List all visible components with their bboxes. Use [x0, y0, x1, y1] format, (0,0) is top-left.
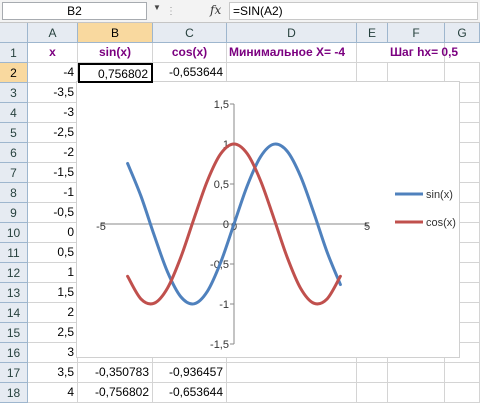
row-header-16[interactable]: 16	[0, 343, 28, 363]
column-header-e[interactable]: E	[357, 23, 388, 43]
cell-a13[interactable]: 1,5	[28, 283, 78, 303]
cell-a3[interactable]: -3,5	[28, 83, 78, 103]
cell-a1[interactable]: x	[28, 43, 78, 63]
row-header-1[interactable]: 1	[0, 43, 28, 63]
row-header-15[interactable]: 15	[0, 323, 28, 343]
cell-a15[interactable]: 2,5	[28, 323, 78, 343]
chart-legend[interactable]: sin(x) cos(x)	[395, 189, 456, 229]
row-header-11[interactable]: 11	[0, 243, 28, 263]
column-header-f[interactable]: F	[388, 23, 445, 43]
cell-g17[interactable]	[445, 363, 480, 383]
cell-a6[interactable]: -2	[28, 143, 78, 163]
formula-input[interactable]: =SIN(A2)	[229, 2, 478, 20]
cell-d2[interactable]	[227, 63, 357, 83]
row-header-2[interactable]: 2	[0, 63, 28, 83]
row-header-7[interactable]: 7	[0, 163, 28, 183]
cell-a7[interactable]: -1,5	[28, 163, 78, 183]
row-header-12[interactable]: 12	[0, 263, 28, 283]
cell-a9[interactable]: -0,5	[28, 203, 78, 223]
cell-b18[interactable]: -0,756802	[78, 383, 153, 403]
cell-e18[interactable]	[357, 383, 388, 403]
row-header-18[interactable]: 18	[0, 383, 28, 403]
legend-label: sin(x)	[426, 189, 453, 201]
column-header-d[interactable]: D	[227, 23, 357, 43]
y-tick-label: -1,5	[210, 339, 229, 351]
name-box-dropdown-icon[interactable]: ▼	[153, 3, 161, 12]
row-header-8[interactable]: 8	[0, 183, 28, 203]
cell-b1[interactable]: sin(x)	[78, 43, 153, 63]
row-header-5[interactable]: 5	[0, 123, 28, 143]
column-header-b[interactable]: B	[78, 23, 153, 43]
formula-bar-separator-icon: ⋮	[166, 6, 176, 17]
chart-svg: 1,510,50-0,5-1-1,5-5 0 5 sin(x)cos(x)	[96, 99, 456, 351]
row-header-3[interactable]: 3	[0, 83, 28, 103]
cell-f1[interactable]: Шаг hx= 0,5	[388, 43, 458, 63]
cell-d17[interactable]	[227, 363, 357, 383]
cell-d1[interactable]: Минимальное X= -4	[227, 43, 357, 63]
cell-a10[interactable]: 0	[28, 223, 78, 243]
cell-a11[interactable]: 0,5	[28, 243, 78, 263]
cell-c2[interactable]: -0,653644	[153, 63, 227, 83]
cell-a2[interactable]: -4	[28, 63, 78, 83]
row-header-13[interactable]: 13	[0, 283, 28, 303]
cell-a18[interactable]: 4	[28, 383, 78, 403]
column-header-g[interactable]: G	[445, 23, 480, 43]
cell-a14[interactable]: 2	[28, 303, 78, 323]
cell-f18[interactable]	[388, 383, 445, 403]
y-tick-label: -1	[219, 299, 229, 311]
cell-a12[interactable]: 1	[28, 263, 78, 283]
cell-d18[interactable]	[227, 383, 357, 403]
row-header-6[interactable]: 6	[0, 143, 28, 163]
x-tick-label: -5	[96, 221, 106, 233]
formula-bar: B2 ▼ ⋮ fx =SIN(A2)	[0, 0, 480, 23]
row-header-10[interactable]: 10	[0, 223, 28, 243]
cell-e17[interactable]	[357, 363, 388, 383]
cell-c18[interactable]: -0,653644	[153, 383, 227, 403]
name-box[interactable]: B2	[2, 2, 147, 20]
cell-b17[interactable]: -0,350783	[78, 363, 153, 383]
x-tick-label: 5	[364, 221, 370, 233]
row-header-9[interactable]: 9	[0, 203, 28, 223]
cell-f2[interactable]	[388, 63, 445, 83]
select-all-corner[interactable]	[0, 23, 28, 43]
cell-g18[interactable]	[445, 383, 480, 403]
cell-a4[interactable]: -3	[28, 103, 78, 123]
row-header-17[interactable]: 17	[0, 363, 28, 383]
cell-b2[interactable]: 0,756802	[78, 63, 153, 83]
row-header-4[interactable]: 4	[0, 103, 28, 123]
cell-f17[interactable]	[388, 363, 445, 383]
cell-a8[interactable]: -1	[28, 183, 78, 203]
cell-a16[interactable]: 3	[28, 343, 78, 363]
cell-c1[interactable]: cos(x)	[153, 43, 227, 63]
cell-e1[interactable]	[357, 43, 388, 63]
cell-a5[interactable]: -2,5	[28, 123, 78, 143]
cell-g2[interactable]	[445, 63, 480, 83]
column-header-a[interactable]: A	[28, 23, 78, 43]
column-header-c[interactable]: C	[153, 23, 227, 43]
y-tick-label: 0,5	[214, 179, 229, 191]
cell-c17[interactable]: -0,936457	[153, 363, 227, 383]
cell-e2[interactable]	[357, 63, 388, 83]
insert-function-icon[interactable]: fx	[210, 3, 221, 17]
y-tick-label: 1,5	[214, 99, 229, 111]
row-header-14[interactable]: 14	[0, 303, 28, 323]
y-tick-label: 0	[223, 219, 229, 231]
legend-label: cos(x)	[426, 217, 456, 229]
cell-a17[interactable]: 3,5	[28, 363, 78, 383]
chart-area[interactable]: 1,5 1 0,5 0 -0,5 -1 -1,5 -5 0 5 sin(x) cos(x)	[76, 81, 460, 358]
